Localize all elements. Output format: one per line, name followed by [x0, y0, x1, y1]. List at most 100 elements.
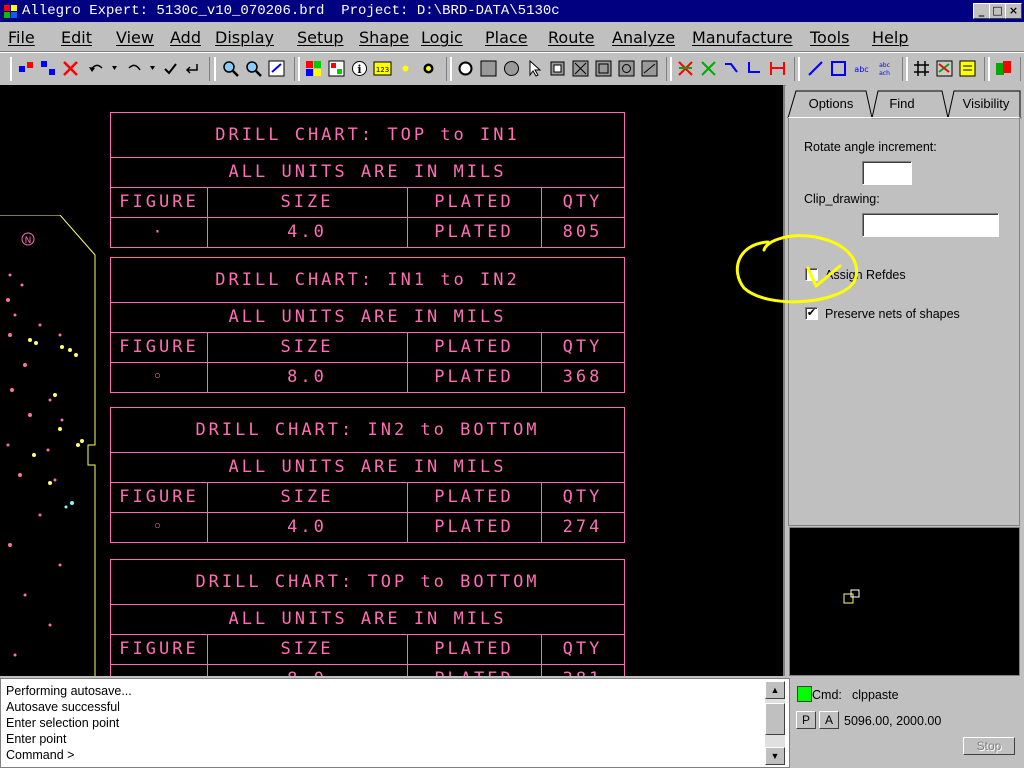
menu-analyze[interactable]: Analyze	[612, 28, 675, 47]
custom-smooth-icon[interactable]	[767, 58, 788, 79]
close-button[interactable]: ×	[1005, 3, 1022, 19]
command-prompt[interactable]: Command >	[6, 748, 74, 762]
symbol-icon[interactable]	[570, 58, 591, 79]
row-figure: ◦	[152, 367, 166, 387]
svg-text:abc: abc	[879, 62, 890, 69]
show-element-icon[interactable]: i	[349, 58, 370, 79]
done-icon[interactable]	[160, 58, 181, 79]
add-rect-icon[interactable]	[828, 58, 849, 79]
unrats-icon[interactable]	[675, 58, 696, 79]
menu-help[interactable]: Help	[872, 28, 908, 47]
menu-display[interactable]: Display	[215, 28, 274, 47]
header-plated: PLATED	[434, 639, 514, 659]
property-icon[interactable]	[957, 58, 978, 79]
menu-tools[interactable]: Tools	[810, 28, 849, 47]
window-title: Allegro Expert: 5130c_v10_070206.brd Pro…	[22, 3, 560, 19]
header-plated: PLATED	[434, 192, 514, 212]
grid-icon[interactable]	[911, 58, 932, 79]
zoom-in-icon[interactable]	[220, 58, 241, 79]
menu-setup[interactable]: Setup	[297, 28, 344, 47]
component-icon[interactable]	[547, 58, 568, 79]
net-icon[interactable]	[593, 58, 614, 79]
edit-text-icon[interactable]: abcach	[874, 58, 895, 79]
move-icon[interactable]	[16, 58, 37, 79]
stop-button[interactable]: Stop	[963, 737, 1015, 755]
copy-icon[interactable]	[38, 58, 59, 79]
shape-select-icon[interactable]	[616, 58, 637, 79]
control-panel: Options Find Visibility Rotate angle inc…	[786, 85, 1024, 676]
zoom-out-icon[interactable]	[243, 58, 264, 79]
layer-visibility-icon[interactable]	[326, 58, 347, 79]
row-figure	[111, 664, 207, 676]
row-qty: 368	[562, 367, 603, 387]
header-figure: FIGURE	[119, 639, 199, 659]
console-line: Autosave successful	[6, 700, 120, 714]
delete-icon[interactable]	[60, 58, 81, 79]
row-size: 8.0	[207, 664, 407, 676]
via-icon[interactable]	[501, 58, 522, 79]
color-icon[interactable]	[303, 58, 324, 79]
add-text-icon[interactable]: abc	[851, 58, 872, 79]
add-connect-icon[interactable]	[721, 58, 742, 79]
scroll-up-icon[interactable]: ▲	[765, 681, 785, 699]
zoom-fit-icon[interactable]	[266, 58, 287, 79]
menu-shape[interactable]: Shape	[359, 28, 409, 47]
preserve-nets-label: Preserve nets of shapes	[825, 307, 960, 321]
oops-icon[interactable]	[182, 58, 203, 79]
pointer-icon[interactable]	[524, 58, 545, 79]
chart-title: DRILL CHART: TOP to IN1	[215, 125, 520, 145]
undo-dropdown-icon[interactable]	[104, 58, 125, 79]
drc-icon[interactable]	[934, 58, 955, 79]
a-button[interactable]: A	[819, 711, 839, 729]
tab-find[interactable]: Find	[874, 89, 930, 117]
svg-text:123: 123	[376, 66, 389, 74]
grid-select-icon[interactable]	[478, 58, 499, 79]
maximize-button[interactable]: □	[989, 3, 1006, 19]
command-console[interactable]: Performing autosave... Autosave successf…	[0, 678, 790, 768]
chart-title: DRILL CHART: IN1 to IN2	[215, 270, 520, 290]
toolbar: i 123 abc abc ach	[0, 52, 1024, 86]
console-line: Performing autosave...	[6, 684, 132, 698]
ratsnest-icon[interactable]	[698, 58, 719, 79]
p-button[interactable]: P	[796, 711, 816, 729]
add-line-icon[interactable]	[805, 58, 826, 79]
menu-add[interactable]: Add	[170, 28, 201, 47]
dehighlight-icon[interactable]	[418, 58, 439, 79]
status-panel: Cmd: clppaste P A 5096.00, 2000.00 Stop	[790, 678, 1024, 768]
tab-visibility[interactable]: Visibility	[952, 89, 1020, 117]
menu-manufacture[interactable]: Manufacture	[692, 28, 793, 47]
header-size: SIZE	[280, 192, 334, 212]
menu-logic[interactable]: Logic	[421, 28, 463, 47]
header-plated: PLATED	[434, 487, 514, 507]
script-icon[interactable]	[993, 58, 1014, 79]
drill-chart-top-to-in1: DRILL CHART: TOP to IN1 ALL UNITS ARE IN…	[110, 112, 625, 248]
scroll-down-icon[interactable]: ▼	[765, 747, 785, 765]
design-canvas[interactable]: N DRILL CHART: TOP to IN1 ALL UNITS ARE …	[0, 85, 785, 676]
drill-chart-in1-to-in2: DRILL CHART: IN1 to IN2 ALL UNITS ARE IN…	[110, 257, 625, 393]
world-view-window[interactable]	[789, 527, 1020, 676]
menu-view[interactable]: View	[116, 28, 154, 47]
measure-icon[interactable]: 123	[372, 58, 393, 79]
clip-drawing-input[interactable]	[862, 213, 999, 237]
slide-icon[interactable]	[744, 58, 765, 79]
coordinate-readout: 5096.00, 2000.00	[844, 714, 942, 728]
header-figure: FIGURE	[119, 487, 199, 507]
rotate-angle-input[interactable]	[862, 161, 912, 185]
minimize-button[interactable]: _	[973, 3, 990, 19]
row-qty: 381	[541, 664, 624, 676]
header-qty: QTY	[562, 487, 603, 507]
header-figure: FIGURE	[119, 192, 199, 212]
preserve-nets-checkbox[interactable]: ✔	[805, 307, 818, 320]
console-scrollbar[interactable]: ▲ ▼	[765, 681, 785, 765]
menu-route[interactable]: Route	[548, 28, 594, 47]
menu-file[interactable]: File	[8, 28, 35, 47]
menu-place[interactable]: Place	[485, 28, 528, 47]
pin-icon[interactable]	[455, 58, 476, 79]
highlight-icon[interactable]	[395, 58, 416, 79]
header-plated: PLATED	[434, 337, 514, 357]
cline-icon[interactable]	[639, 58, 660, 79]
scroll-thumb[interactable]	[765, 703, 785, 735]
tab-options[interactable]: Options	[796, 89, 866, 117]
menu-edit[interactable]: Edit	[61, 28, 92, 47]
chart-title: DRILL CHART: TOP to BOTTOM	[195, 572, 540, 592]
